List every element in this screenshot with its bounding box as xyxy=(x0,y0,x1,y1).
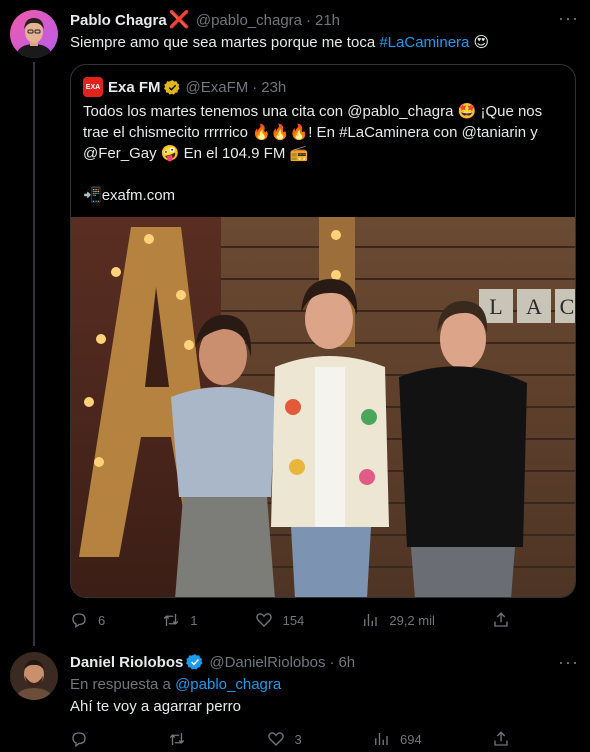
letter-tile: L xyxy=(489,294,502,319)
reply-to-prefix: En respuesta a xyxy=(70,676,176,693)
quote-time[interactable]: 23h xyxy=(261,79,286,96)
blue-verified-badge-icon xyxy=(186,654,203,670)
reply-button[interactable] xyxy=(70,730,98,748)
gold-verified-badge-icon xyxy=(163,79,180,95)
reply-icon xyxy=(72,613,86,629)
view-count: 29,2 mil xyxy=(389,612,435,628)
reply-to-handle[interactable]: @pablo_chagra xyxy=(175,676,281,693)
tweet-text-start: Siempre amo que sea martes porque me toc… xyxy=(70,34,380,51)
tweet-actions: 3 694 xyxy=(70,730,510,748)
view-count: 694 xyxy=(400,731,422,747)
quote-header: EXA Exa FM @ExaFM · 23h xyxy=(83,77,286,97)
tweet-text-end: 😍 xyxy=(469,34,490,51)
retweet-button[interactable] xyxy=(168,730,196,748)
heart-icon xyxy=(267,732,284,746)
more-options-icon[interactable]: ··· xyxy=(558,8,579,29)
like-count: 154 xyxy=(282,612,305,628)
like-button[interactable]: 3 xyxy=(267,730,302,748)
tweet-pablo[interactable]: Pablo Chagra ❌ @pablo_chagra · 21h ··· S… xyxy=(0,0,590,650)
views-icon xyxy=(364,614,378,626)
tweet-text: Ahí te voy a agarrar perro xyxy=(70,698,241,715)
like-button[interactable]: 154 xyxy=(255,611,305,629)
share-icon xyxy=(494,731,508,746)
author-name[interactable]: Pablo Chagra xyxy=(70,12,167,29)
quote-line-2: trae el chismecito rrrrrico 🔥🔥🔥! En #LaC… xyxy=(83,124,538,141)
reply-button[interactable]: 6 xyxy=(70,611,105,629)
tweet-time[interactable]: 6h xyxy=(338,654,355,671)
avatar-pablo[interactable] xyxy=(10,10,58,58)
quote-author-name[interactable]: Exa FM xyxy=(108,79,161,96)
quote-link-row: 📲exafm.com xyxy=(83,185,567,206)
letter-tile: C xyxy=(560,294,575,319)
retweet-icon xyxy=(170,733,185,745)
separator-dot: · xyxy=(252,78,258,96)
more-options-icon[interactable]: ··· xyxy=(558,652,579,673)
letter-tile: A xyxy=(526,294,542,319)
author-handle[interactable]: @pablo_chagra xyxy=(196,12,302,29)
views-button[interactable]: 29,2 mil xyxy=(361,611,435,629)
tweet-header: Pablo Chagra ❌ @pablo_chagra · 21h xyxy=(70,10,340,30)
separator-dot: · xyxy=(306,11,311,29)
quote-line-1: Todos los martes tenemos una cita con @p… xyxy=(83,103,543,120)
views-button[interactable]: 694 xyxy=(372,730,422,748)
hashtag-link[interactable]: #LaCaminera xyxy=(379,34,469,51)
tweet-time[interactable]: 21h xyxy=(315,12,340,29)
quote-handle[interactable]: @ExaFM xyxy=(186,79,249,96)
quote-line-3: @Fer_Gay 🤪 En el 104.9 FM 📻 xyxy=(83,145,309,162)
tweet-header: Daniel Riolobos @DanielRiolobos · 6h xyxy=(70,653,355,671)
retweet-button[interactable]: 1 xyxy=(162,611,198,629)
name-suffix-emoji: ❌ xyxy=(168,10,190,29)
heart-icon xyxy=(255,613,272,627)
reply-context: En respuesta a @pablo_chagra xyxy=(70,675,281,695)
avatar-daniel[interactable] xyxy=(10,652,58,700)
author-handle[interactable]: @DanielRiolobos xyxy=(209,654,325,671)
author-name[interactable]: Daniel Riolobos xyxy=(70,654,183,671)
retweet-icon xyxy=(164,614,179,626)
share-icon xyxy=(494,612,508,627)
exa-fm-logo[interactable]: EXA xyxy=(83,77,103,97)
tweet-text: Siempre amo que sea martes porque me toc… xyxy=(70,33,570,53)
tweet-daniel[interactable]: Daniel Riolobos @DanielRiolobos · 6h ···… xyxy=(0,650,590,752)
share-button[interactable] xyxy=(492,611,510,629)
quote-link[interactable]: exafm.com xyxy=(102,187,175,204)
share-button[interactable] xyxy=(492,730,510,748)
reply-icon xyxy=(72,732,86,748)
tweet-actions: 6 1 154 29,2 mil xyxy=(70,611,510,629)
separator-dot: · xyxy=(329,653,335,671)
like-count: 3 xyxy=(294,731,302,747)
retweet-count: 1 xyxy=(190,612,198,628)
quote-photo[interactable]: L A C xyxy=(71,217,576,598)
views-icon xyxy=(375,733,388,745)
quoted-tweet[interactable]: EXA Exa FM @ExaFM · 23h Todos los martes… xyxy=(70,64,576,598)
phone-emoji: 📲 xyxy=(83,187,102,204)
quote-text: Todos los martes tenemos una cita con @p… xyxy=(83,101,567,206)
reply-count: 6 xyxy=(98,612,106,628)
